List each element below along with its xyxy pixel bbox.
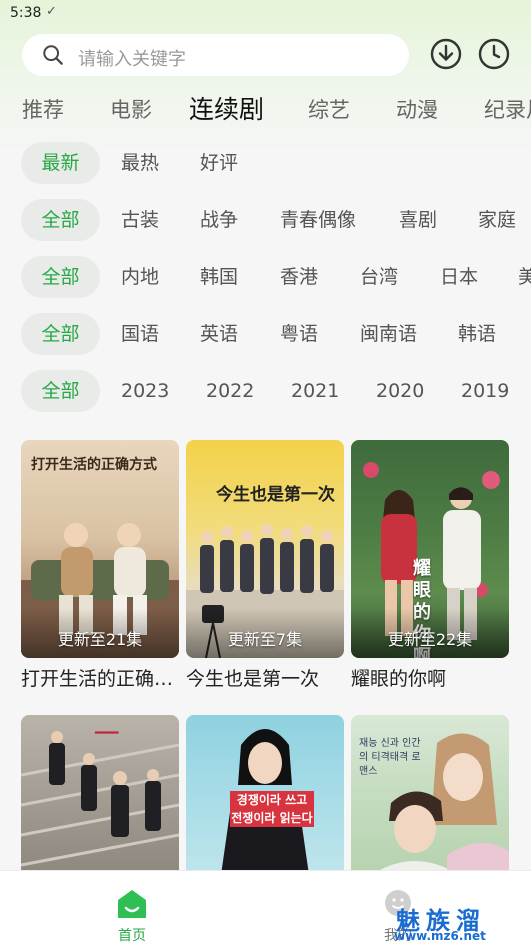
category-tabs: 推荐 电影 连续剧 综艺 动漫 纪录片 xyxy=(0,86,531,132)
poster-image: 今生也是第一次 更新至7集 xyxy=(186,440,344,658)
episode-badge: 更新至22集 xyxy=(387,630,473,649)
watermark-url: www.mz6.net xyxy=(394,929,486,943)
filter-chip-hot[interactable]: 最热 xyxy=(121,142,159,184)
series-card[interactable]: 경쟁이라 쓰고 전쟁이라 읽는다 xyxy=(186,715,344,875)
card-title: 打开生活的正确… xyxy=(21,668,174,690)
search-placeholder: 请输入关键字 xyxy=(78,49,186,70)
poster-image: 耀眼的你啊 更新至22集 xyxy=(351,440,509,658)
nav-home[interactable]: 首页 xyxy=(96,879,168,944)
search-icon xyxy=(43,45,63,65)
filter-chip[interactable]: 家庭 xyxy=(478,199,516,241)
tab-documentary[interactable]: 纪录片 xyxy=(484,94,531,124)
nav-home-label: 首页 xyxy=(118,928,146,944)
filter-chip-rated[interactable]: 好评 xyxy=(200,142,238,184)
filter-chip[interactable]: 闽南语 xyxy=(360,313,417,355)
check-icon: ✓ xyxy=(46,4,57,19)
status-time: 5:38 xyxy=(10,5,42,21)
filter-chip[interactable]: 韩语 xyxy=(458,313,496,355)
search-input[interactable]: 请输入关键字 xyxy=(22,34,409,76)
filter-chip-all[interactable]: 全部 xyxy=(21,370,100,412)
tab-movies[interactable]: 电影 xyxy=(110,94,152,124)
series-card[interactable]: ━━━ xyxy=(21,715,179,875)
download-icon[interactable] xyxy=(430,38,462,70)
sort-filter-row: 最新 最热 好评 xyxy=(0,142,531,186)
watermark: 魅族溜 www.mz6.net xyxy=(386,875,531,944)
series-card[interactable]: 打开生活的正确方式 更新至21集 打开生活的正确… xyxy=(21,440,179,691)
filter-chip[interactable]: 韩国 xyxy=(200,256,238,298)
filter-chip[interactable]: 青春偶像 xyxy=(280,199,356,241)
card-title: 耀眼的你啊 xyxy=(351,668,447,690)
poster-title-art: 경쟁이라 쓰고 전쟁이라 읽는다 xyxy=(230,791,314,827)
poster-image: 재능 신과 인간의 티격태격 로맨스 xyxy=(351,715,509,875)
poster-title-art: 打开生活的正确方式 xyxy=(31,457,157,473)
filter-chip[interactable]: 内地 xyxy=(121,256,159,298)
tab-recommend[interactable]: 推荐 xyxy=(22,94,64,124)
filter-chip-all[interactable]: 全部 xyxy=(21,256,100,298)
filter-chip[interactable]: 粤语 xyxy=(280,313,318,355)
clock-icon[interactable] xyxy=(478,38,510,70)
status-bar: 5:38 ✓ xyxy=(0,0,531,28)
filter-chip[interactable]: 英语 xyxy=(200,313,238,355)
filter-chip[interactable]: 2023 xyxy=(121,370,169,412)
episode-badge: 更新至7集 xyxy=(227,630,303,649)
poster-image: 打开生活的正确方式 更新至21集 xyxy=(21,440,179,658)
tab-series[interactable]: 连续剧 xyxy=(189,90,264,126)
year-filter-row: 全部 2023 2022 2021 2020 2019 xyxy=(0,370,531,414)
filter-chip[interactable]: 香港 xyxy=(280,256,318,298)
tab-anime[interactable]: 动漫 xyxy=(396,94,438,124)
filter-chip-all[interactable]: 全部 xyxy=(21,313,100,355)
filter-chip[interactable]: 2019 xyxy=(461,370,509,412)
genre-filter-row: 全部 古装 战争 青春偶像 喜剧 家庭 xyxy=(0,199,531,243)
filter-chip[interactable]: 2021 xyxy=(291,370,339,412)
filter-chip[interactable]: 美国 xyxy=(518,256,531,298)
poster-art: ━━━ xyxy=(21,726,179,867)
filter-chip-all[interactable]: 全部 xyxy=(21,199,100,241)
series-card[interactable]: 재능 신과 인간의 티격태격 로맨스 xyxy=(351,715,509,875)
poster-title-art: 재능 신과 인간의 티격태격 로맨스 xyxy=(359,738,421,777)
tab-variety[interactable]: 综艺 xyxy=(308,94,350,124)
language-filter-row: 全部 国语 英语 粤语 闽南语 韩语 xyxy=(0,313,531,357)
filter-chip[interactable]: 喜剧 xyxy=(399,199,437,241)
series-card[interactable]: 今生也是第一次 更新至7集 今生也是第一次 xyxy=(186,440,344,691)
filter-chip[interactable]: 国语 xyxy=(121,313,159,355)
poster-image: ━━━ xyxy=(21,715,179,875)
filter-chip[interactable]: 战争 xyxy=(200,199,238,241)
filter-chip[interactable]: 日本 xyxy=(440,256,478,298)
episode-badge: 更新至21集 xyxy=(57,630,143,649)
filter-chip[interactable]: 2022 xyxy=(206,370,254,412)
home-icon xyxy=(118,890,146,918)
filter-chip[interactable]: 古装 xyxy=(121,199,159,241)
filter-chip[interactable]: 2020 xyxy=(376,370,424,412)
region-filter-row: 全部 内地 韩国 香港 台湾 日本 美国 xyxy=(0,256,531,300)
series-card[interactable]: 耀眼的你啊 更新至22集 耀眼的你啊 xyxy=(351,440,509,691)
filter-chip[interactable]: 台湾 xyxy=(360,256,398,298)
card-title: 今生也是第一次 xyxy=(186,668,320,690)
svg-text:━━━: ━━━ xyxy=(94,726,119,741)
poster-title-art: 今生也是第一次 xyxy=(216,485,335,505)
poster-image: 경쟁이라 쓰고 전쟁이라 읽는다 xyxy=(186,715,344,875)
filter-chip-latest[interactable]: 最新 xyxy=(21,142,100,184)
